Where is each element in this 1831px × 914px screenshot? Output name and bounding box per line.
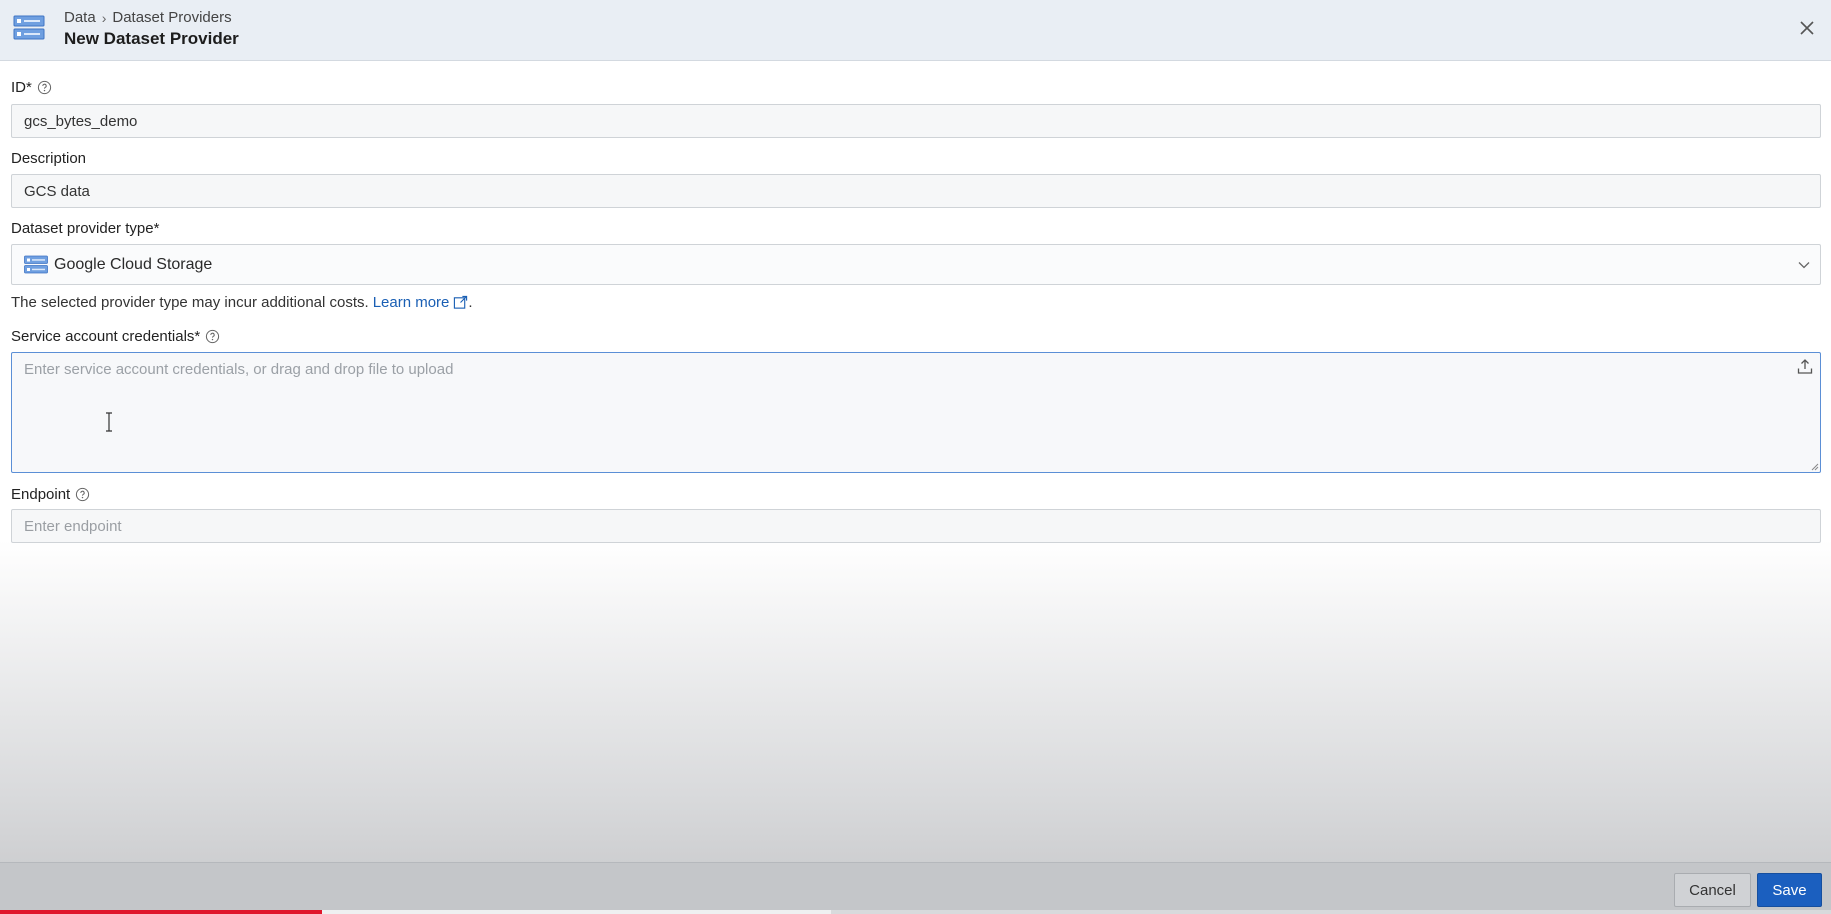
endpoint-placeholder: Enter endpoint <box>24 517 122 535</box>
dataset-provider-icon <box>13 15 45 40</box>
description-input-value: GCS data <box>24 182 90 200</box>
description-field-label: Description <box>11 150 86 167</box>
credentials-textarea[interactable]: Enter service account credentials, or dr… <box>11 352 1821 473</box>
breadcrumb-item-data[interactable]: Data <box>64 9 96 26</box>
text-cursor-icon <box>106 412 112 432</box>
chevron-down-icon[interactable] <box>1796 257 1812 273</box>
provider-type-label-text: Dataset provider type* <box>11 220 160 237</box>
page-header: Data › Dataset Providers New Dataset Pro… <box>0 0 1831 61</box>
provider-type-select[interactable]: Google Cloud Storage <box>11 244 1821 285</box>
help-icon[interactable] <box>75 487 90 502</box>
upload-icon[interactable] <box>1796 358 1814 376</box>
google-cloud-storage-icon <box>24 255 48 274</box>
credentials-label-text: Service account credentials* <box>11 328 201 345</box>
id-input-value: gcs_bytes_demo <box>24 112 138 130</box>
page-title: New Dataset Provider <box>64 29 239 48</box>
description-label-text: Description <box>11 150 87 167</box>
external-link-icon <box>454 295 468 309</box>
provider-type-selected: Google Cloud Storage <box>54 255 213 273</box>
video-progress-buffered <box>322 910 832 914</box>
provider-type-field-label: Dataset provider type* <box>11 220 159 237</box>
endpoint-input[interactable]: Enter endpoint <box>11 509 1821 543</box>
breadcrumb: Data › Dataset Providers <box>64 9 232 26</box>
video-progress-played <box>0 910 323 914</box>
help-icon[interactable] <box>37 80 52 95</box>
cancel-button[interactable]: Cancel <box>1674 873 1751 907</box>
id-field-label: ID* <box>11 79 52 96</box>
dialog-footer: Cancel Save <box>0 862 1831 914</box>
provider-cost-hint: The selected provider type may incur add… <box>11 294 473 311</box>
close-icon[interactable] <box>1795 16 1819 40</box>
save-button[interactable]: Save <box>1757 873 1822 907</box>
help-icon[interactable] <box>205 329 220 344</box>
id-label-text: ID* <box>11 79 32 96</box>
breadcrumb-separator: › <box>101 9 107 26</box>
id-input[interactable]: gcs_bytes_demo <box>11 104 1821 138</box>
breadcrumb-item-dataset-providers[interactable]: Dataset Providers <box>112 9 231 26</box>
provider-cost-hint-text: The selected provider type may incur add… <box>11 294 369 311</box>
description-input[interactable]: GCS data <box>11 174 1821 208</box>
endpoint-field-label: Endpoint <box>11 486 90 503</box>
endpoint-label-text: Endpoint <box>11 486 71 503</box>
learn-more-link[interactable]: Learn more <box>373 294 469 311</box>
learn-more-link-text: Learn more <box>372 294 450 311</box>
credentials-field-label: Service account credentials* <box>11 328 220 345</box>
provider-cost-hint-suffix: . <box>468 294 473 311</box>
credentials-placeholder: Enter service account credentials, or dr… <box>24 361 454 378</box>
resize-handle-icon[interactable] <box>1809 461 1819 471</box>
video-progress-bar[interactable] <box>0 910 1831 914</box>
